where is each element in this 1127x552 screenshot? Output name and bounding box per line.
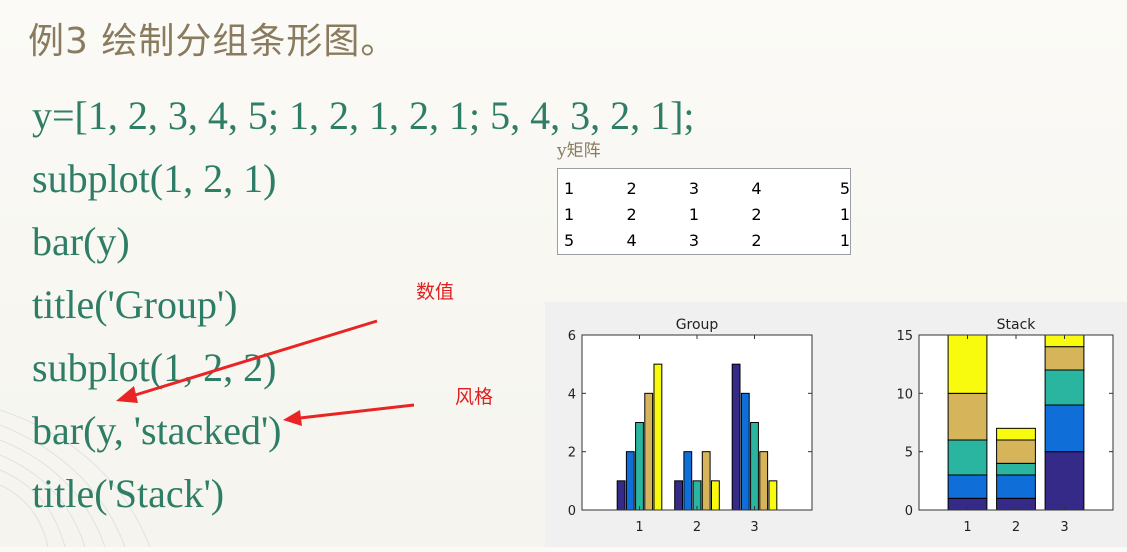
bar [701, 451, 711, 511]
bar [644, 392, 654, 511]
bar-segment [996, 427, 1036, 441]
matrix-cell: 2 [751, 204, 762, 224]
matrix-cell: 1 [564, 204, 575, 224]
matrix-cell: 5 [564, 230, 575, 250]
figure-canvas: Group 0 2 4 6 1 2 3 Stack 0 5 10 15 1 2 3 [568, 317, 1114, 535]
bar-segment [1044, 404, 1085, 453]
annotation-values: 数值 [416, 281, 455, 303]
chart-title: Stack [997, 317, 1037, 333]
bar [759, 451, 769, 511]
bar-segment [947, 474, 988, 499]
bar [731, 363, 741, 511]
bar [740, 392, 750, 511]
matrix-cell: 1 [688, 204, 700, 224]
matrix-table: 1 2 3 4 5 1 2 1 2 1 5 4 3 2 1 [557, 168, 851, 255]
matrix-label: y矩阵 [557, 141, 601, 161]
annotation-style: 风格 [455, 386, 494, 408]
bar-segment [996, 462, 1036, 476]
bar [635, 422, 644, 511]
matrix-cell: 3 [688, 178, 700, 198]
matrix-cell: 4 [626, 230, 637, 250]
matrix-cell: 1 [839, 204, 851, 224]
bar [674, 480, 684, 511]
matrix-cell: 1 [564, 178, 575, 198]
x-tick-label: 2 [1012, 520, 1020, 535]
slide-title: 例3 绘制分组条形图。 [28, 21, 398, 62]
x-tick-label: 2 [693, 520, 701, 535]
matrix-cell: 2 [751, 230, 762, 250]
bar [750, 422, 759, 511]
y-tick-label: 0 [905, 504, 913, 519]
bar-segment [1044, 451, 1085, 511]
matrix-cell: 3 [688, 230, 700, 250]
y-tick-label: 15 [896, 329, 913, 344]
y-tick-label: 4 [568, 387, 576, 402]
x-tick-label: 1 [963, 520, 971, 535]
matrix-cell: 5 [839, 178, 851, 198]
bar-segment [947, 439, 988, 476]
y-tick-label: 10 [896, 387, 913, 402]
matrix-cell: 1 [839, 230, 851, 250]
bar [768, 480, 778, 511]
y-tick-label: 2 [568, 446, 576, 461]
bar [692, 480, 702, 511]
bar [653, 363, 663, 511]
y-tick-label: 5 [905, 446, 913, 461]
bar [683, 451, 693, 511]
chart-title: Group [676, 317, 719, 333]
y-tick-label: 0 [568, 504, 576, 519]
x-tick-label: 3 [750, 520, 758, 535]
y-tick-label: 6 [568, 329, 576, 344]
matrix-row: 1 2 3 4 5 [564, 175, 850, 201]
matrix-row: 1 2 1 2 1 [564, 201, 850, 227]
matrix-cell: 2 [626, 178, 637, 198]
matlab-figure: Group 0 2 4 6 1 2 3 Stack 0 5 10 15 1 2 3 [545, 302, 1127, 547]
x-tick-label: 3 [1060, 520, 1068, 535]
bar [625, 451, 635, 511]
bar-segment [996, 439, 1036, 464]
bar [710, 480, 720, 511]
matrix-cell: 4 [751, 178, 762, 198]
bar-segment [996, 474, 1036, 499]
bar-segment [947, 334, 988, 394]
x-tick-label: 1 [635, 520, 643, 535]
bar-segment [1044, 369, 1085, 406]
bar [616, 480, 626, 511]
bar-segment [1044, 346, 1085, 371]
matrix-cell: 2 [626, 204, 637, 224]
matrix-row: 5 4 3 2 1 [564, 227, 850, 253]
bar-segment [947, 392, 988, 441]
